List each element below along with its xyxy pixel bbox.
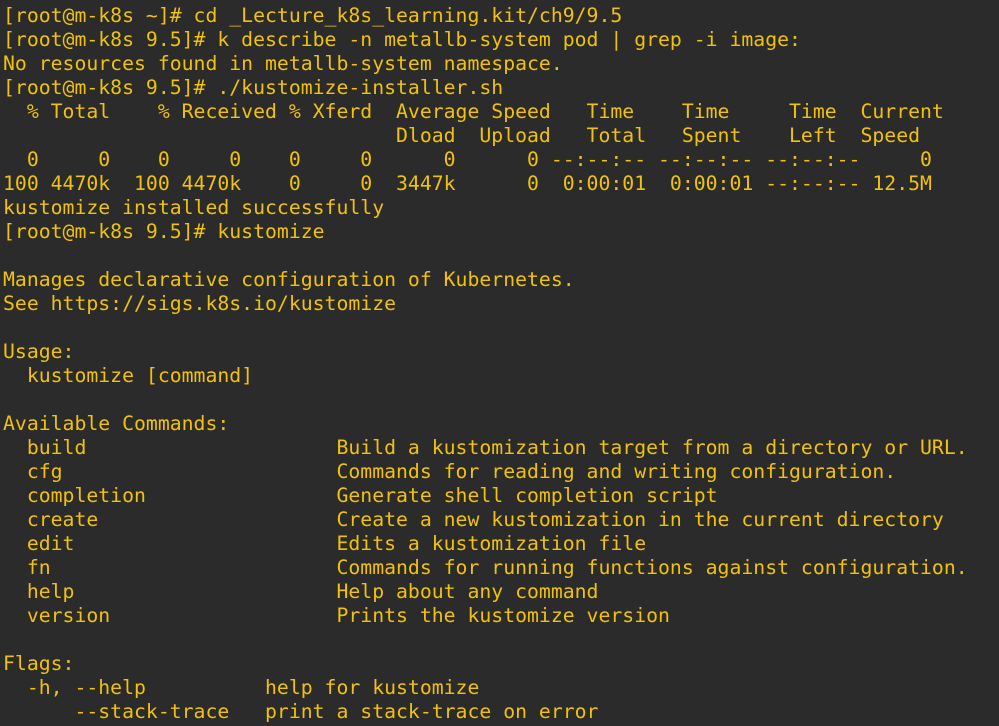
terminal-line-command-build: build Build a kustomization target from …: [3, 436, 968, 459]
terminal-line-command-fn: fn Commands for running functions agains…: [3, 556, 968, 579]
terminal-line-flag-stack-trace: --stack-trace print a stack-trace on err…: [3, 700, 599, 723]
terminal-line-no-resources: No resources found in metallb-system nam…: [3, 52, 563, 75]
terminal-line-install-success: kustomize installed successfully: [3, 196, 385, 219]
terminal-line-kustomize-command: [root@m-k8s 9.5]# kustomize: [3, 220, 325, 243]
terminal-line-command-edit: edit Edits a kustomization file: [3, 532, 647, 555]
terminal-line-usage-heading: Usage:: [3, 340, 75, 363]
terminal-line-command-create: create Create a new kustomization in the…: [3, 508, 944, 531]
terminal-line-command-help: help Help about any command: [3, 580, 599, 603]
terminal-line-see-link: See https://sigs.k8s.io/kustomize: [3, 292, 397, 315]
terminal-line-cd-command: [root@m-k8s ~]# cd _Lecture_k8s_learning…: [3, 4, 623, 27]
terminal-line-commands-heading: Available Commands:: [3, 412, 230, 435]
terminal-line-command-version: version Prints the kustomize version: [3, 604, 670, 627]
terminal-line-installer-command: [root@m-k8s 9.5]# ./kustomize-installer.…: [3, 76, 504, 99]
terminal-line-curl-progress-2: 100 4470k 100 4470k 0 0 3447k 0 0:00:01 …: [3, 172, 932, 195]
terminal-window[interactable]: [root@m-k8s ~]# cd _Lecture_k8s_learning…: [0, 0, 999, 726]
terminal-line-flags-heading: Flags:: [3, 652, 75, 675]
terminal-line-usage: kustomize [command]: [3, 364, 254, 387]
terminal-line-describe-command: [root@m-k8s 9.5]# k describe -n metallb-…: [3, 28, 801, 51]
terminal-line-description: Manages declarative configuration of Kub…: [3, 268, 575, 291]
terminal-line-curl-header-2: Dload Upload Total Spent Left Speed: [3, 124, 921, 147]
terminal-line-curl-header-1: % Total % Received % Xferd Average Speed…: [3, 100, 944, 123]
terminal-line-command-cfg: cfg Commands for reading and writing con…: [3, 460, 897, 483]
terminal-line-command-completion: completion Generate shell completion scr…: [3, 484, 718, 507]
terminal-line-curl-progress-1: 0 0 0 0 0 0 0 0 --:--:-- --:--:-- --:--:…: [3, 148, 932, 171]
terminal-line-flag-help: -h, --help help for kustomize: [3, 676, 480, 699]
